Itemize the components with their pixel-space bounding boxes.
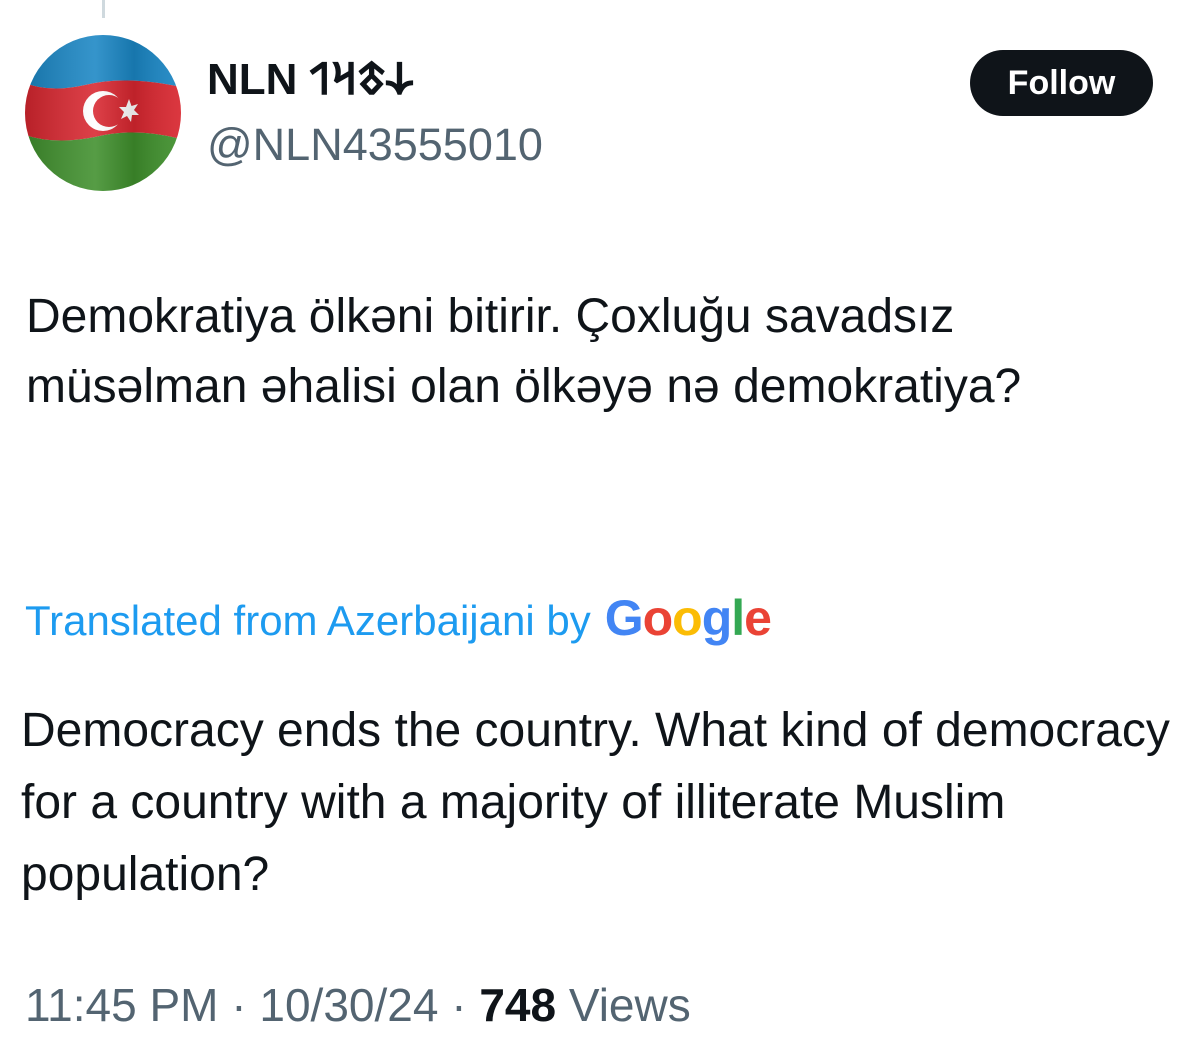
tweet-time[interactable]: 11:45 PM <box>25 979 218 1031</box>
google-logo-letter: o <box>672 590 703 646</box>
views-label: Views <box>568 979 691 1031</box>
tweet-text: Demokratiya ölkəni bitirir. Çoxluğu sava… <box>26 290 1022 413</box>
thread-connector-line <box>102 0 105 18</box>
google-logo-letter: G <box>604 590 644 646</box>
views-count[interactable]: 748 <box>479 979 556 1031</box>
avatar[interactable] <box>25 35 181 191</box>
google-logo-letter: o <box>642 590 674 646</box>
translated-tweet-text: Democracy ends the country. What kind of… <box>21 704 1170 901</box>
tweet-metadata: 11:45 PM · 10/30/24 · 748 Views <box>25 975 691 1035</box>
azerbaijan-flag-avatar-icon <box>25 35 181 191</box>
meta-separator: · <box>451 979 467 1031</box>
author-handle[interactable]: @NLN43555010 <box>207 115 543 175</box>
meta-separator: · <box>231 979 247 1031</box>
translation-attribution[interactable]: Translated from Azerbaijani by Google <box>25 588 772 651</box>
author-display-name[interactable]: NLN 𐰸𐱃𐰺𐰯 <box>207 50 413 110</box>
tweet-date[interactable]: 10/30/24 <box>259 979 438 1031</box>
follow-button[interactable]: Follow <box>970 50 1153 116</box>
translation-label-text: Translated from Azerbaijani by <box>25 597 591 644</box>
google-logo: Google <box>604 588 772 648</box>
google-logo-letter: e <box>744 590 772 646</box>
google-logo-letter: l <box>731 590 745 646</box>
google-logo-letter: g <box>701 590 733 646</box>
